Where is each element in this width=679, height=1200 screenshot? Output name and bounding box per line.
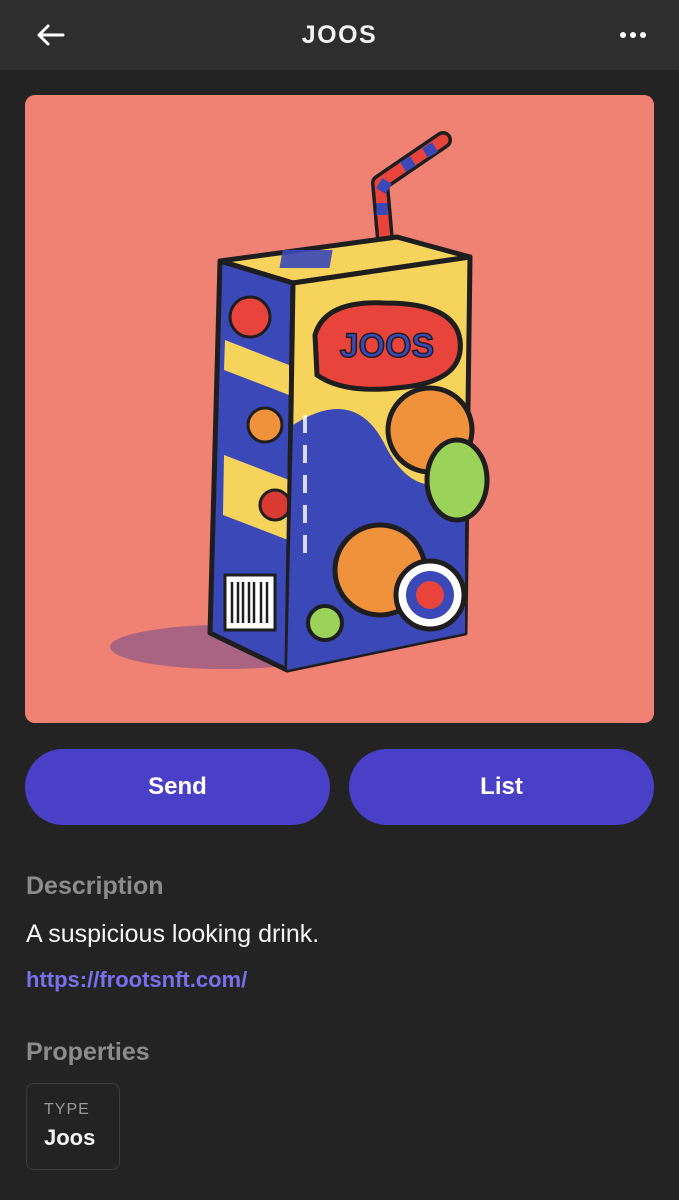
nft-image[interactable]: JOOS — [25, 95, 654, 723]
page-title: JOOS — [301, 20, 378, 49]
description-heading: Description — [26, 872, 164, 900]
property-value: Joos — [44, 1125, 96, 1150]
description-text: A suspicious looking drink. — [26, 920, 320, 948]
properties-heading: Properties — [26, 1038, 150, 1066]
carton-logo-text: JOOS — [340, 327, 434, 365]
top-bar: JOOS — [0, 0, 679, 70]
more-horizontal-icon — [620, 32, 646, 38]
property-card[interactable]: TYPE Joos — [26, 1083, 120, 1170]
arrow-left-icon — [37, 24, 65, 46]
juice-carton-illustration: JOOS — [110, 131, 490, 673]
send-button[interactable]: Send — [25, 749, 330, 825]
back-button[interactable] — [30, 17, 70, 53]
more-options-button[interactable] — [613, 17, 653, 53]
property-type-label: TYPE — [44, 1101, 90, 1118]
list-button[interactable]: List — [349, 749, 654, 825]
description-link[interactable]: https://frootsnft.com/ — [26, 967, 247, 993]
